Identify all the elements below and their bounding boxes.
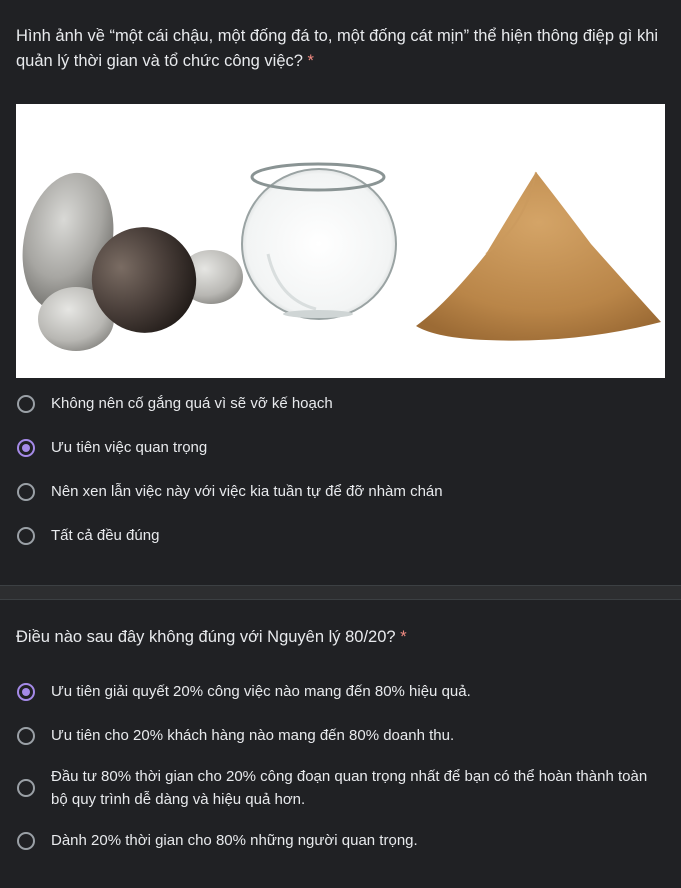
radio-button-checked[interactable] [17, 438, 35, 457]
question-title-2: Điều nào sau đây không đúng với Nguyên l… [16, 625, 666, 650]
glass-bowl [241, 168, 397, 320]
question-card-1: Hình ảnh về “một cái chậu, một đống đá t… [0, 0, 681, 585]
question-text: Hình ảnh về “một cái chậu, một đống đá t… [16, 27, 659, 70]
radio-button-unchecked[interactable] [17, 526, 35, 545]
radio-button-unchecked[interactable] [17, 394, 35, 413]
required-asterisk: * [400, 628, 407, 646]
option-label: Tất cả đều đúng [51, 527, 160, 544]
radio-button-unchecked[interactable] [17, 779, 35, 797]
option-label: Đầu tư 80% thời gian cho 20% công đoạn q… [51, 768, 648, 808]
option-label: Ưu tiên giải quyết 20% công việc nào man… [51, 683, 471, 700]
radio-button-unchecked[interactable] [17, 726, 35, 745]
radio-button-unchecked[interactable] [17, 482, 35, 501]
q1-option-4[interactable]: Tất cả đều đúng [16, 524, 656, 547]
option-label: Nên xen lẫn việc này với việc kia tuần t… [51, 483, 443, 500]
q1-option-2[interactable]: Ưu tiên việc quan trọng [16, 436, 656, 459]
sand-pile [416, 172, 661, 341]
rocks-bowl-sand-illustration [22, 162, 661, 351]
question-text: Điều nào sau đây không đúng với Nguyên l… [16, 628, 396, 646]
section-divider [0, 585, 681, 600]
q1-option-1[interactable]: Không nên cố gắng quá vì sẽ vỡ kế hoạch [16, 392, 656, 415]
required-asterisk: * [307, 52, 314, 70]
q2-option-3[interactable]: Đầu tư 80% thời gian cho 20% công đoạn q… [16, 765, 656, 811]
option-label: Ưu tiên cho 20% khách hàng nào mang đến … [51, 727, 455, 744]
radio-button-checked[interactable] [17, 682, 35, 701]
question-image [16, 104, 665, 378]
question-card-2: Điều nào sau đây không đúng với Nguyên l… [0, 600, 681, 888]
q2-option-2[interactable]: Ưu tiên cho 20% khách hàng nào mang đến … [16, 724, 656, 747]
q1-option-3[interactable]: Nên xen lẫn việc này với việc kia tuần t… [16, 480, 656, 503]
radio-button-unchecked[interactable] [17, 831, 35, 850]
q2-option-1[interactable]: Ưu tiên giải quyết 20% công việc nào man… [16, 680, 656, 703]
option-label: Ưu tiên việc quan trọng [51, 439, 208, 456]
option-label: Không nên cố gắng quá vì sẽ vỡ kế hoạch [51, 395, 333, 412]
question-title-1: Hình ảnh về “một cái chậu, một đống đá t… [16, 24, 666, 74]
option-label: Dành 20% thời gian cho 80% những người q… [51, 832, 418, 849]
q2-option-4[interactable]: Dành 20% thời gian cho 80% những người q… [16, 829, 656, 852]
